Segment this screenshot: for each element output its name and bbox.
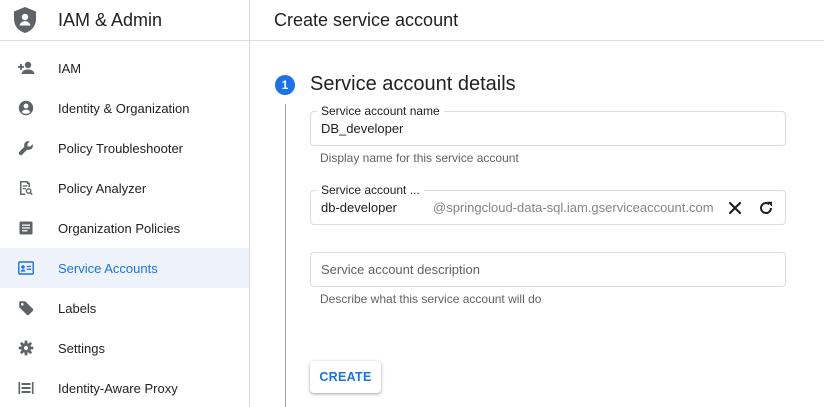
sidebar-item-label: Identity-Aware Proxy [58, 380, 178, 396]
service-account-description-field[interactable]: Service account description [310, 252, 786, 287]
service-account-id-value[interactable]: db-developer [321, 191, 397, 224]
service-account-description-hint: Describe what this service account will … [320, 292, 542, 306]
close-icon[interactable] [725, 198, 745, 218]
wrench-icon [16, 138, 36, 158]
stepper-line [285, 104, 286, 407]
refresh-icon[interactable] [756, 198, 776, 218]
service-account-id-field[interactable]: Service account ... db-developer @spring… [310, 182, 786, 225]
sidebar-item-identity-aware-proxy[interactable]: Identity-Aware Proxy [0, 368, 249, 407]
gear-icon [16, 338, 36, 358]
sidebar-item-label: IAM [58, 60, 82, 76]
sidebar-item-identity-organization[interactable]: Identity & Organization [0, 88, 249, 128]
list-document-icon [16, 218, 36, 238]
sidebar-item-iam[interactable]: IAM [0, 48, 249, 88]
page-title: Create service account [274, 9, 459, 30]
sidebar-item-label: Organization Policies [58, 220, 181, 236]
sidebar-item-label: Identity & Organization [58, 100, 190, 116]
sidebar-item-labels[interactable]: Labels [0, 288, 249, 328]
proxy-icon [16, 378, 36, 398]
step-title: Service account details [310, 73, 516, 95]
create-button[interactable]: CREATE [310, 361, 381, 393]
sidebar-item-label: Policy Troubleshooter [58, 140, 184, 156]
service-account-id-suffix: @springcloud-data-sql.iam.gserviceaccoun… [433, 200, 714, 215]
sidebar-item-policy-troubleshooter[interactable]: Policy Troubleshooter [0, 128, 249, 168]
document-search-icon [16, 178, 36, 198]
step-number-badge: 1 [275, 75, 295, 95]
sidebar-item-service-accounts[interactable]: Service Accounts [0, 248, 249, 288]
shield-person-icon [12, 5, 38, 35]
sidebar-header: IAM & Admin [0, 0, 249, 41]
sidebar-item-settings[interactable]: Settings [0, 328, 249, 368]
service-account-name-field[interactable]: Service account name DB_developer [310, 103, 786, 146]
sidebar-nav: IAM Identity & Organization Policy Troub… [0, 48, 249, 407]
sidebar-item-label: Labels [58, 300, 97, 316]
account-circle-icon [16, 98, 36, 118]
service-account-name-value[interactable]: DB_developer [321, 112, 403, 145]
page-header: Create service account [250, 0, 824, 41]
sidebar-item-policy-analyzer[interactable]: Policy Analyzer [0, 168, 249, 208]
person-add-icon [16, 58, 36, 78]
description-placeholder[interactable]: Service account description [321, 253, 480, 286]
service-account-icon [16, 258, 36, 278]
sidebar-item-organization-policies[interactable]: Organization Policies [0, 208, 249, 248]
main-content: Create service account 1 Service account… [250, 0, 824, 407]
sidebar-item-label: Service Accounts [58, 260, 158, 276]
product-title: IAM & Admin [58, 9, 163, 30]
label-tag-icon [16, 298, 36, 318]
sidebar-item-label: Policy Analyzer [58, 180, 147, 196]
service-account-name-hint: Display name for this service account [320, 151, 519, 165]
sidebar-item-label: Settings [58, 340, 105, 356]
sidebar: IAM & Admin IAM Identity & Organization … [0, 0, 250, 407]
